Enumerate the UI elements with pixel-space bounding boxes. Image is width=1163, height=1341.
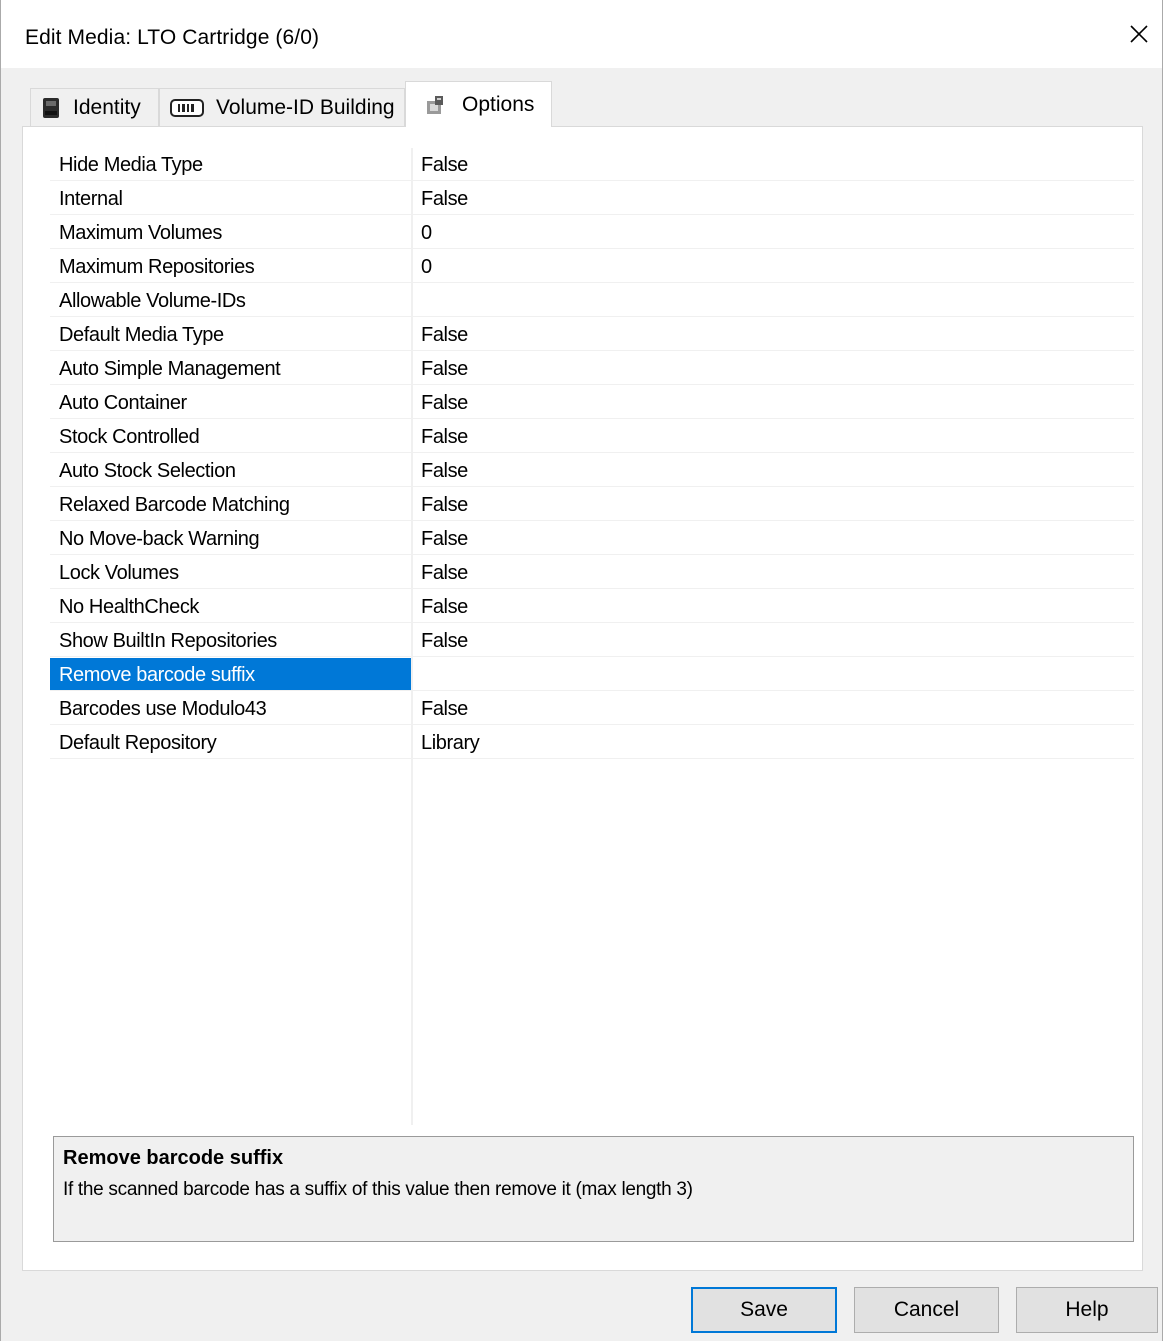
description-text: If the scanned barcode has a suffix of t… [63, 1179, 693, 1200]
property-value[interactable] [413, 658, 1134, 691]
property-name: Internal [50, 182, 411, 215]
options-icon [424, 94, 446, 116]
save-button[interactable]: Save [691, 1287, 837, 1333]
window-title: Edit Media: LTO Cartridge (6/0) [25, 26, 320, 49]
property-row[interactable]: Default Repository Library [50, 726, 1136, 760]
property-row[interactable]: Stock Controlled False [50, 420, 1136, 454]
property-value[interactable]: False [413, 386, 1134, 419]
property-name: Auto Container [50, 386, 411, 419]
property-row[interactable]: Auto Container False [50, 386, 1136, 420]
property-name: Lock Volumes [50, 556, 411, 589]
property-row[interactable]: Maximum Repositories 0 [50, 250, 1136, 284]
property-name: Remove barcode suffix [50, 658, 411, 691]
property-row[interactable]: Default Media Type False [50, 318, 1136, 352]
property-row[interactable]: Internal False [50, 182, 1136, 216]
property-description-box: Remove barcode suffix If the scanned bar… [53, 1136, 1134, 1242]
property-value[interactable]: False [413, 352, 1134, 385]
property-row[interactable]: Lock Volumes False [50, 556, 1136, 590]
property-value[interactable]: False [413, 556, 1134, 589]
property-name: Default Repository [50, 726, 411, 759]
property-value[interactable]: False [413, 420, 1134, 453]
property-name: Allowable Volume-IDs [50, 284, 411, 317]
cancel-button[interactable]: Cancel [854, 1287, 999, 1333]
edit-media-dialog: Edit Media: LTO Cartridge (6/0) Identity [0, 0, 1163, 1341]
media-cartridge-icon [41, 97, 61, 119]
property-row[interactable]: Auto Simple Management False [50, 352, 1136, 386]
property-name: Barcodes use Modulo43 [50, 692, 411, 725]
property-name: Auto Simple Management [50, 352, 411, 385]
tab-volume-id-building[interactable]: Volume-ID Building [159, 88, 405, 126]
property-row[interactable]: Maximum Volumes 0 [50, 216, 1136, 250]
property-name: Relaxed Barcode Matching [50, 488, 411, 521]
property-value[interactable]: False [413, 522, 1134, 555]
property-name: Hide Media Type [50, 148, 411, 181]
property-name: No HealthCheck [50, 590, 411, 623]
property-row[interactable]: Relaxed Barcode Matching False [50, 488, 1136, 522]
property-value[interactable]: False [413, 488, 1134, 521]
property-name: Default Media Type [50, 318, 411, 351]
property-value[interactable] [413, 284, 1134, 317]
property-value[interactable]: False [413, 590, 1134, 623]
property-value[interactable]: Library [413, 726, 1134, 759]
property-row[interactable]: No HealthCheck False [50, 590, 1136, 624]
property-row[interactable]: Barcodes use Modulo43 False [50, 692, 1136, 726]
property-row[interactable]: Show BuiltIn Repositories False [50, 624, 1136, 658]
close-button[interactable] [1116, 0, 1162, 68]
property-name: Maximum Repositories [50, 250, 411, 283]
title-bar: Edit Media: LTO Cartridge (6/0) [1, 0, 1162, 68]
tab-volume-id-building-label: Volume-ID Building [216, 95, 395, 119]
property-row-selected[interactable]: Remove barcode suffix [50, 658, 1136, 692]
property-value[interactable]: False [413, 454, 1134, 487]
property-value[interactable]: False [413, 318, 1134, 351]
property-value[interactable]: False [413, 182, 1134, 215]
tab-identity[interactable]: Identity [30, 88, 159, 126]
property-value[interactable]: False [413, 148, 1134, 181]
property-name: Maximum Volumes [50, 216, 411, 249]
property-row[interactable]: No Move-back Warning False [50, 522, 1136, 556]
close-icon [1130, 25, 1148, 43]
property-name: Stock Controlled [50, 420, 411, 453]
tab-identity-label: Identity [73, 95, 141, 119]
property-value[interactable]: False [413, 692, 1134, 725]
property-value[interactable]: 0 [413, 216, 1134, 249]
barcode-icon [170, 98, 204, 118]
help-button[interactable]: Help [1016, 1287, 1158, 1333]
property-row[interactable]: Auto Stock Selection False [50, 454, 1136, 488]
property-name: Show BuiltIn Repositories [50, 624, 411, 657]
property-row[interactable]: Allowable Volume-IDs [50, 284, 1136, 318]
tab-options-label: Options [462, 92, 535, 116]
property-name: Auto Stock Selection [50, 454, 411, 487]
property-name: No Move-back Warning [50, 522, 411, 555]
property-value[interactable]: False [413, 624, 1134, 657]
tab-options[interactable]: Options [405, 81, 552, 127]
description-title: Remove barcode suffix [63, 1147, 284, 1169]
property-row[interactable]: Hide Media Type False [50, 148, 1136, 182]
property-value[interactable]: 0 [413, 250, 1134, 283]
